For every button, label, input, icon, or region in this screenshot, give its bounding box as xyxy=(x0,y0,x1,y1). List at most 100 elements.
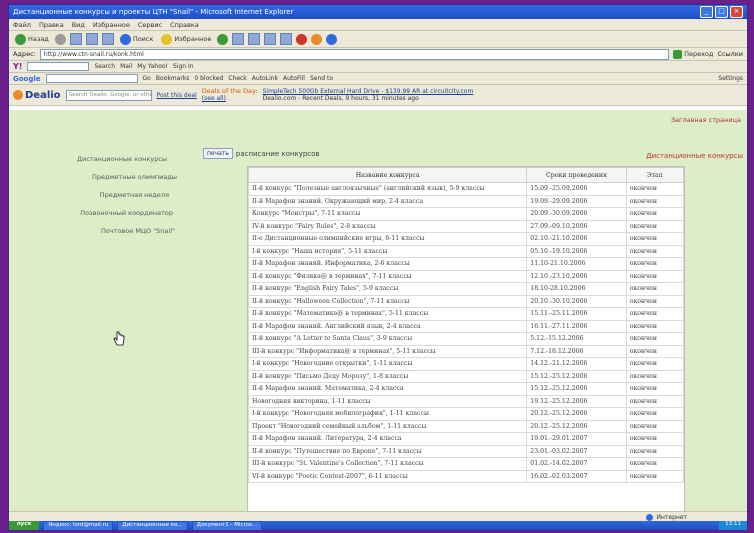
maximize-button[interactable]: □ xyxy=(715,6,728,18)
contest-dates-cell: 15.12.-25.12.2006 xyxy=(526,382,627,396)
dealio-logo[interactable]: Dealio xyxy=(13,90,61,101)
post-deal-link[interactable]: Post this deal xyxy=(157,92,197,99)
google-sendto-button[interactable]: Send to xyxy=(310,75,333,82)
stop-icon[interactable] xyxy=(69,33,82,45)
contest-dates-cell: 16.02.-02.03.2007 xyxy=(526,469,627,483)
print-icon[interactable] xyxy=(264,33,277,45)
contest-name-cell: Проект "Новогодний семейный альбом", 1-1… xyxy=(248,419,528,433)
yahoo-logo-icon[interactable]: Y! xyxy=(13,62,22,71)
contest-dates-cell: 15.12.-25.12.2006 xyxy=(526,369,627,383)
sidebar-item-coordinator[interactable]: Позвоночный координатор xyxy=(9,204,175,222)
print-button[interactable]: печать xyxy=(203,148,233,159)
contest-stage-cell: окончен xyxy=(625,219,684,233)
sidebar-item-distance-contests[interactable]: Дистанционные конкурсы xyxy=(9,150,169,168)
links-button[interactable]: Ссылки xyxy=(717,50,743,58)
table-row: II-й Марафон знаний. Информатика, 2-6 кл… xyxy=(248,257,684,271)
menu-favorites[interactable]: Избранное xyxy=(93,21,130,29)
refresh-icon[interactable] xyxy=(85,33,98,45)
favorites-button[interactable]: Избранное xyxy=(159,33,213,45)
menu-view[interactable]: Вид xyxy=(72,21,85,29)
yahoo-my-link[interactable]: My Yahoo! xyxy=(137,63,168,70)
contest-dates-cell: 02.10.-21.10.2006 xyxy=(526,232,627,246)
discuss-icon[interactable] xyxy=(326,33,338,45)
deals-see-all-link[interactable]: (see all) xyxy=(202,95,258,102)
contest-dates-cell: 18.10-28.10.2006 xyxy=(526,282,627,296)
table-row: II-й Марафон знаний. Литература, 2-4 кла… xyxy=(248,432,684,446)
table-row: I-й конкурс "Новогодние открытки", 1-11 … xyxy=(248,357,684,371)
standard-toolbar: Назад Поиск Избранное xyxy=(9,31,747,48)
contest-name-cell: IV-й конкурс "Fairy Rules", 2-8 классы xyxy=(248,219,528,233)
home-icon[interactable] xyxy=(101,33,114,45)
menu-help[interactable]: Справка xyxy=(170,21,199,29)
distance-contests-link[interactable]: Дистанционные конкурсы xyxy=(646,152,743,160)
taskbar: пуск Яндекс: lord@mail.ru Дистанционные … xyxy=(9,520,747,530)
contest-stage-cell: окончен xyxy=(625,469,684,483)
google-logo-icon[interactable]: Google xyxy=(13,75,41,83)
table-row: IV-й конкурс "Fairy Rules", 2-8 классы 27… xyxy=(248,219,684,233)
deal-link[interactable]: SimpleTech 500Gb External Hard Drive - $… xyxy=(263,88,474,95)
contest-stage-cell: окончен xyxy=(625,294,684,308)
menu-file[interactable]: Файл xyxy=(13,21,31,29)
research-icon[interactable] xyxy=(311,33,323,45)
back-button[interactable]: Назад xyxy=(13,33,51,45)
messenger-icon[interactable] xyxy=(296,33,308,45)
address-bar: Адрес: http://www.ctn-snail.ru/konk.html… xyxy=(9,48,747,61)
task-word[interactable]: Документ1 - Micros... xyxy=(191,520,263,530)
google-search-input[interactable] xyxy=(45,74,138,83)
contest-name-cell: II-й конкурс "Физика@ в терминах", 7-11 … xyxy=(248,269,528,283)
star-icon xyxy=(161,33,173,45)
contest-name-cell: II-й Марафон знаний. Окружающий мир, 2-4… xyxy=(248,194,528,208)
contest-stage-cell: окончен xyxy=(625,419,684,433)
contest-dates-cell: 15.09.-25.09.2006 xyxy=(526,182,627,196)
task-ie[interactable]: Дистанционные ко... xyxy=(117,520,188,530)
title-bar: Дистанционные конкурсы и проекты ЦТН "Sn… xyxy=(9,5,747,19)
menu-tools[interactable]: Сервис xyxy=(138,21,162,29)
start-button[interactable]: пуск xyxy=(9,521,40,530)
google-go-button[interactable]: Go xyxy=(143,75,151,82)
table-row: II-й конкурс "Полезные англоязычные" (ан… xyxy=(248,182,684,196)
mail-icon[interactable] xyxy=(248,33,261,45)
task-yandex[interactable]: Яндекс: lord@mail.ru xyxy=(43,520,114,530)
contest-name-cell: III-й конкурс "St. Valentine's Collectio… xyxy=(248,457,528,471)
contest-stage-cell: окончен xyxy=(625,394,684,408)
close-button[interactable]: × xyxy=(730,6,743,18)
contest-dates-cell: 19.01.-29.01.2007 xyxy=(526,432,627,446)
edit-icon[interactable] xyxy=(280,33,293,45)
media-icon[interactable] xyxy=(217,33,229,45)
history-icon[interactable] xyxy=(232,33,245,45)
forward-arrow-icon[interactable] xyxy=(54,33,66,45)
search-button[interactable]: Поиск xyxy=(118,33,156,45)
yahoo-search-button[interactable]: Search xyxy=(94,63,115,70)
google-autofill-button[interactable]: AutoFill xyxy=(283,75,305,82)
contest-name-cell: II-й Марафон знаний. Математика, 2-4 кла… xyxy=(248,382,528,396)
go-arrow-icon xyxy=(673,49,683,59)
contest-stage-cell: окончен xyxy=(625,282,684,296)
contest-dates-cell: 7.12.-18.12.2006 xyxy=(526,344,627,358)
zone-label: Интернет xyxy=(656,513,687,521)
yahoo-mail-link[interactable]: Mail xyxy=(120,63,132,70)
home-link[interactable]: Заглавная страница xyxy=(671,116,741,124)
go-button[interactable]: Переход xyxy=(673,49,713,59)
menu-edit[interactable]: Правка xyxy=(39,21,64,29)
contest-stage-cell: окончен xyxy=(625,269,684,283)
google-popup-blocker[interactable]: 0 blocked xyxy=(194,75,223,82)
table-row: III-й конкурс "Информатика@ в терминах",… xyxy=(248,344,684,358)
sidebar-item-olympiads[interactable]: Предметные олимпиады xyxy=(9,168,179,186)
yahoo-signin-link[interactable]: Sign In xyxy=(173,63,194,70)
table-row: II-й конкурс "Письмо Деду Морозу", 1-8 к… xyxy=(248,369,684,383)
minimize-button[interactable]: _ xyxy=(700,6,713,18)
hand-cursor-icon xyxy=(113,331,125,346)
sidebar-nav: Дистанционные конкурсы Предметные олимпи… xyxy=(9,150,179,240)
dealio-search-input[interactable]: Search Dealio, Google, or other xyxy=(65,89,152,101)
table-row: II-й конкурс "Физика@ в терминах", 7-11 … xyxy=(248,269,684,283)
yahoo-search-input[interactable] xyxy=(27,62,90,71)
google-autolink-button[interactable]: AutoLink xyxy=(252,75,278,82)
table-row: II-й Марафон знаний. Окружающий мир, 2-4… xyxy=(248,194,684,208)
contest-stage-cell: окончен xyxy=(625,344,684,358)
google-settings-button[interactable]: Settings xyxy=(718,75,743,82)
address-input[interactable]: http://www.ctn-snail.ru/konk.html xyxy=(39,48,670,60)
google-spellcheck-button[interactable]: Check xyxy=(228,75,246,82)
sidebar-item-mco[interactable]: Почтовое МЦО "Snail" xyxy=(9,222,177,240)
google-bookmarks-button[interactable]: Bookmarks xyxy=(156,75,190,82)
sidebar-item-subject-week[interactable]: Предметная неделя xyxy=(9,186,171,204)
